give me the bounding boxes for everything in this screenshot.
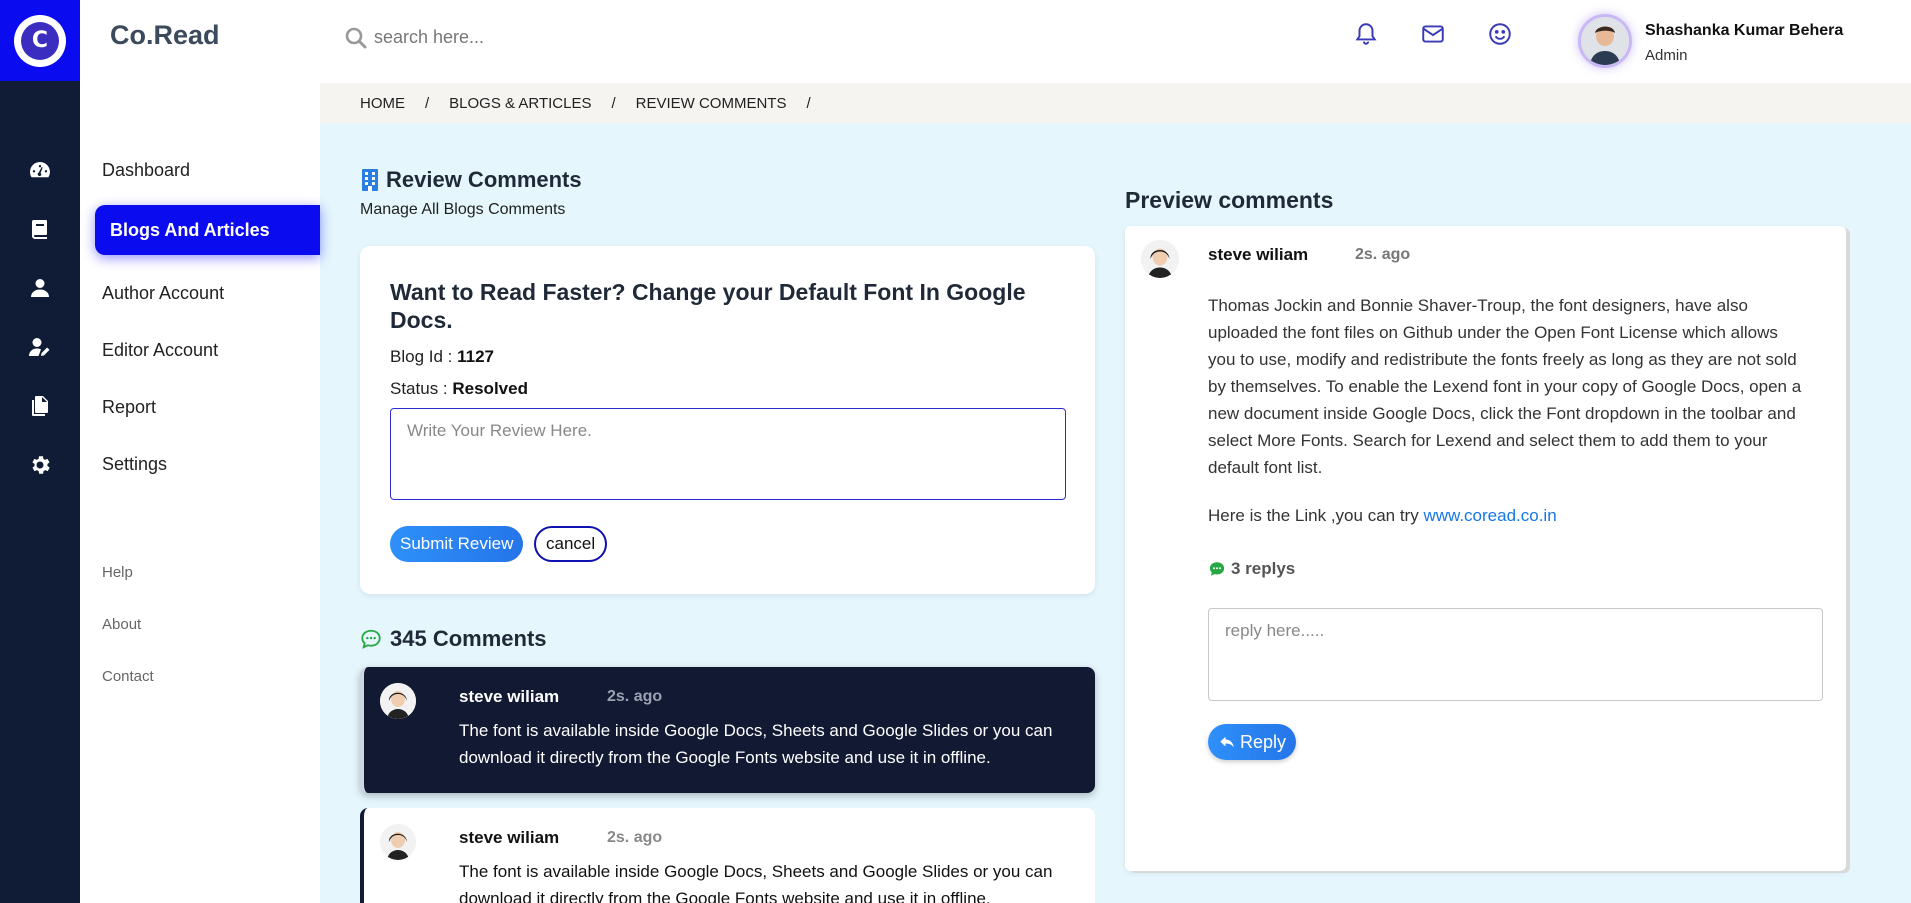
blog-status: Status : Resolved bbox=[390, 379, 528, 398]
reply-arrow-icon bbox=[1220, 736, 1234, 748]
search-input[interactable] bbox=[374, 22, 734, 52]
dashboard-gauge-icon[interactable] bbox=[26, 156, 54, 184]
reply-textarea[interactable] bbox=[1208, 608, 1823, 701]
sidebar: Co.Read Dashboard Blogs And Articles Aut… bbox=[80, 0, 320, 903]
replies-count[interactable]: 3 replys bbox=[1208, 559, 1295, 579]
comment-author: steve wiliam bbox=[459, 687, 560, 706]
blog-id-value: 1127 bbox=[457, 347, 494, 366]
user-edit-icon[interactable] bbox=[26, 333, 54, 361]
breadcrumb-home[interactable]: HOME bbox=[360, 95, 405, 112]
sidebar-item-settings[interactable]: Settings bbox=[102, 439, 320, 489]
preview-link[interactable]: www.coread.co.in bbox=[1423, 506, 1556, 525]
book-icon[interactable] bbox=[26, 215, 54, 243]
sidebar-item-report[interactable]: Report bbox=[102, 382, 320, 432]
user-avatar[interactable] bbox=[1578, 14, 1632, 68]
submit-review-button[interactable]: Submit Review bbox=[390, 526, 524, 562]
bell-icon[interactable] bbox=[1352, 20, 1380, 48]
blog-id: Blog Id : 1127 bbox=[390, 347, 494, 366]
brand-name[interactable]: Co.Read bbox=[110, 20, 220, 51]
sidebar-item-dashboard[interactable]: Dashboard bbox=[102, 145, 320, 195]
avatar bbox=[1141, 240, 1179, 278]
top-bar: Shashanka Kumar Behera Admin bbox=[320, 0, 1911, 83]
icon-rail: C bbox=[0, 0, 80, 903]
cancel-button[interactable]: cancel bbox=[534, 526, 608, 562]
comments-count: 345 Comments bbox=[360, 626, 547, 652]
comment-dots-icon bbox=[1209, 562, 1225, 576]
building-icon bbox=[362, 169, 378, 191]
review-textarea[interactable] bbox=[390, 408, 1066, 500]
sidebar-item-blogs-and-articles[interactable]: Blogs And Articles bbox=[95, 205, 320, 255]
review-card: Want to Read Faster? Change your Default… bbox=[360, 246, 1095, 594]
logo-letter: C bbox=[21, 21, 59, 60]
search-icon[interactable] bbox=[344, 26, 368, 50]
breadcrumb: HOME / BLOGS & ARTICLES / REVIEW COMMENT… bbox=[320, 83, 1911, 123]
preview-title: Preview comments bbox=[1125, 187, 1334, 213]
status-value: Resolved bbox=[452, 379, 528, 398]
avatar bbox=[380, 824, 416, 860]
smiley-icon[interactable] bbox=[1486, 20, 1514, 48]
comment-text: The font is available inside Google Docs… bbox=[459, 721, 1053, 767]
sidebar-link-help[interactable]: Help bbox=[102, 564, 133, 581]
preview-author: steve wiliam bbox=[1208, 245, 1309, 264]
comment-text: The font is available inside Google Docs… bbox=[459, 862, 1053, 903]
comment-item[interactable]: steve wiliam 2s. ago The font is availab… bbox=[360, 667, 1095, 793]
page-subtitle: Manage All Blogs Comments bbox=[360, 201, 566, 218]
comment-dots-icon bbox=[361, 629, 381, 649]
sidebar-item-editor-account[interactable]: Editor Account bbox=[102, 325, 320, 375]
sidebar-link-about[interactable]: About bbox=[102, 616, 141, 633]
sidebar-item-author-account[interactable]: Author Account bbox=[102, 268, 320, 318]
preview-link-line: Here is the Link ,you can try www.coread… bbox=[1208, 506, 1557, 525]
preview-body: Thomas Jockin and Bonnie Shaver-Troup, t… bbox=[1208, 296, 1802, 477]
user-icon[interactable] bbox=[26, 274, 54, 302]
avatar bbox=[380, 683, 416, 719]
comment-time: 2s. ago bbox=[607, 688, 663, 705]
app-logo[interactable]: C bbox=[0, 0, 80, 81]
preview-time: 2s. ago bbox=[1355, 246, 1411, 263]
page-title-text: Review Comments bbox=[386, 167, 582, 192]
preview-card: steve wiliam 2s. ago Thomas Jockin and B… bbox=[1125, 226, 1846, 871]
sidebar-link-contact[interactable]: Contact bbox=[102, 668, 154, 685]
comment-item[interactable]: steve wiliam 2s. ago The font is availab… bbox=[360, 808, 1095, 903]
comment-author: steve wiliam bbox=[459, 828, 560, 847]
user-name: Shashanka Kumar Behera bbox=[1645, 22, 1844, 39]
breadcrumb-blogs-articles[interactable]: BLOGS & ARTICLES bbox=[449, 95, 591, 112]
comment-time: 2s. ago bbox=[607, 829, 663, 846]
reply-button[interactable]: Reply bbox=[1208, 724, 1297, 760]
page-title: Review Comments bbox=[360, 167, 582, 193]
mail-icon[interactable] bbox=[1419, 20, 1447, 48]
copy-files-icon[interactable] bbox=[26, 392, 54, 420]
user-role: Admin bbox=[1645, 47, 1688, 64]
breadcrumb-review-comments[interactable]: REVIEW COMMENTS bbox=[636, 95, 787, 112]
blog-title: Want to Read Faster? Change your Default… bbox=[390, 279, 1026, 333]
gear-icon[interactable] bbox=[26, 451, 54, 479]
